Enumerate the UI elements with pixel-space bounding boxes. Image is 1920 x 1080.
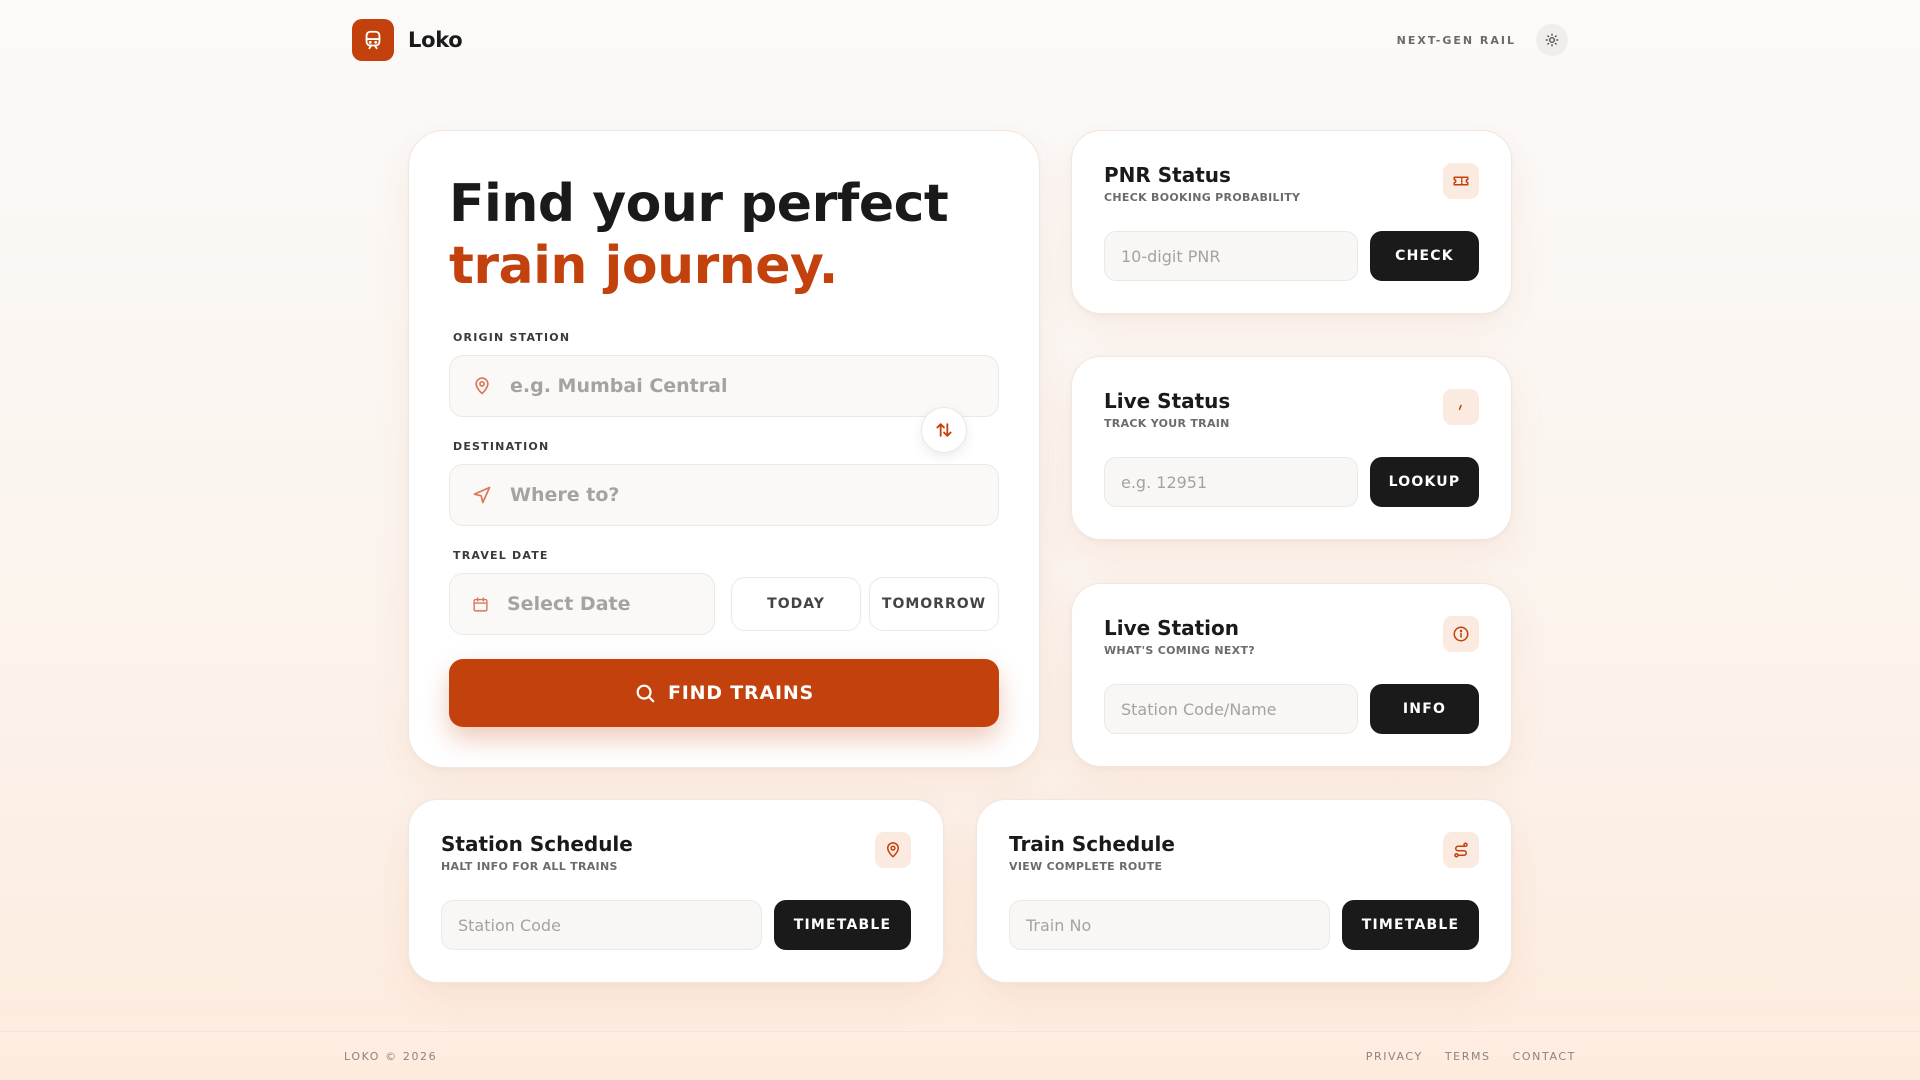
pnr-status-card: PNR Status CHECK BOOKING PROBABILITY 10-… xyxy=(1071,130,1512,314)
train-search-card: Find your perfect train journey. ORIGIN … xyxy=(408,130,1040,768)
brand-name: Loko xyxy=(408,28,463,52)
swap-arrows-icon xyxy=(936,423,952,437)
pnr-input[interactable]: 10-digit PNR xyxy=(1104,231,1358,281)
live-status-subtitle: TRACK YOUR TRAIN xyxy=(1104,417,1230,430)
origin-input[interactable]: e.g. Mumbai Central xyxy=(449,355,999,417)
theme-toggle-button[interactable] xyxy=(1536,24,1568,56)
map-pin-icon xyxy=(875,832,911,868)
calendar-icon xyxy=(473,596,488,612)
travel-date-input[interactable]: Select Date xyxy=(449,573,715,635)
pulse-icon xyxy=(1443,389,1479,425)
top-bar: Loko NEXT-GEN RAIL xyxy=(352,18,1568,62)
terms-link[interactable]: TERMS xyxy=(1445,1050,1491,1063)
destination-placeholder: Where to? xyxy=(510,484,620,506)
pnr-title: PNR Status xyxy=(1104,163,1231,187)
hero-title-line1: Find your perfect xyxy=(449,174,949,234)
contact-link[interactable]: CONTACT xyxy=(1513,1050,1576,1063)
origin-placeholder: e.g. Mumbai Central xyxy=(510,375,728,397)
lookup-button[interactable]: LOOKUP xyxy=(1370,457,1479,507)
hero-title-line2: train journey. xyxy=(449,236,838,296)
live-station-card: Live Station WHAT'S COMING NEXT? Station… xyxy=(1071,583,1512,767)
train-timetable-button[interactable]: TIMETABLE xyxy=(1342,900,1479,950)
station-timetable-button[interactable]: TIMETABLE xyxy=(774,900,911,950)
ticket-icon xyxy=(1443,163,1479,199)
page: Loko NEXT-GEN RAIL Find your perfect tra… xyxy=(0,0,1920,1080)
station-schedule-card: Station Schedule HALT INFO FOR ALL TRAIN… xyxy=(408,799,944,983)
destination-label: DESTINATION xyxy=(453,440,550,453)
check-pnr-button[interactable]: CHECK xyxy=(1370,231,1479,281)
search-icon xyxy=(636,684,655,703)
train-schedule-title: Train Schedule xyxy=(1009,832,1175,856)
station-name-input[interactable]: Station Code/Name xyxy=(1104,684,1358,734)
station-schedule-subtitle: HALT INFO FOR ALL TRAINS xyxy=(441,860,618,873)
live-status-card: Live Status TRACK YOUR TRAIN e.g. 12951 … xyxy=(1071,356,1512,540)
info-icon xyxy=(1443,616,1479,652)
sun-icon xyxy=(1545,33,1559,47)
origin-label: ORIGIN STATION xyxy=(453,331,571,344)
find-trains-button[interactable]: FIND TRAINS xyxy=(449,659,999,727)
live-status-title: Live Status xyxy=(1104,389,1231,413)
pnr-subtitle: CHECK BOOKING PROBABILITY xyxy=(1104,191,1301,204)
brand[interactable]: Loko xyxy=(352,19,463,61)
station-code-input[interactable]: Station Code xyxy=(441,900,762,950)
tagline: NEXT-GEN RAIL xyxy=(1396,33,1516,47)
date-placeholder: Select Date xyxy=(507,593,631,615)
live-station-title: Live Station xyxy=(1104,616,1240,640)
footer: LOKO © 2026 PRIVACY TERMS CONTACT xyxy=(0,1031,1920,1080)
destination-input[interactable]: Where to? xyxy=(449,464,999,526)
train-schedule-subtitle: VIEW COMPLETE ROUTE xyxy=(1009,860,1163,873)
privacy-link[interactable]: PRIVACY xyxy=(1366,1050,1423,1063)
train-logo-icon xyxy=(352,19,394,61)
travel-date-label: TRAVEL DATE xyxy=(453,549,549,562)
today-button[interactable]: TODAY xyxy=(731,577,861,631)
route-icon xyxy=(1443,832,1479,868)
station-schedule-title: Station Schedule xyxy=(441,832,633,856)
navigation-arrow-icon xyxy=(473,486,491,504)
swap-stations-button[interactable] xyxy=(921,407,967,453)
train-schedule-card: Train Schedule VIEW COMPLETE ROUTE Train… xyxy=(976,799,1512,983)
tomorrow-button[interactable]: TOMORROW xyxy=(869,577,999,631)
info-button[interactable]: INFO xyxy=(1370,684,1479,734)
train-number-input[interactable]: e.g. 12951 xyxy=(1104,457,1358,507)
train-no-input[interactable]: Train No xyxy=(1009,900,1330,950)
find-trains-label: FIND TRAINS xyxy=(667,682,815,704)
map-pin-icon xyxy=(475,377,489,395)
copyright: LOKO © 2026 xyxy=(344,1050,438,1063)
live-station-subtitle: WHAT'S COMING NEXT? xyxy=(1104,644,1255,657)
footer-links: PRIVACY TERMS CONTACT xyxy=(1366,1050,1576,1063)
